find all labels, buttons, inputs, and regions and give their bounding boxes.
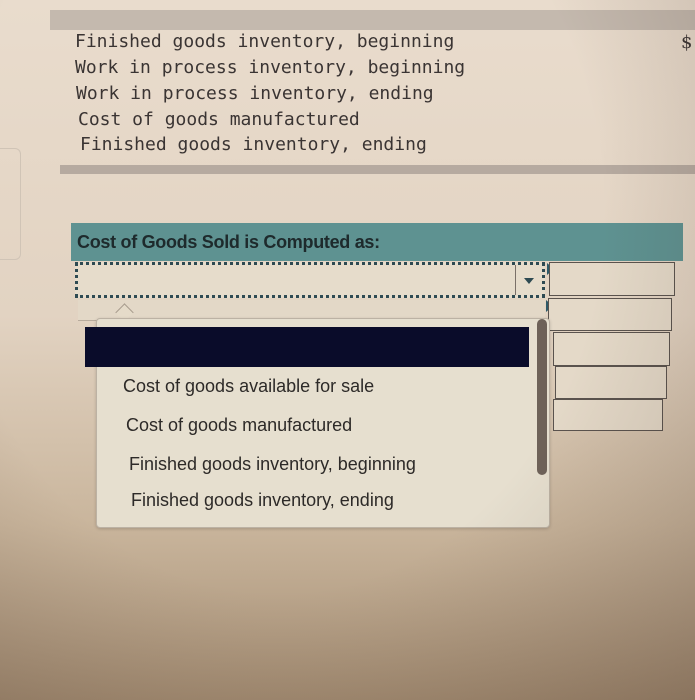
amount-input[interactable] [555, 366, 667, 399]
list-header-band [50, 10, 695, 30]
chevron-down-icon [524, 278, 534, 284]
amount-input[interactable] [553, 332, 670, 366]
list-item: Finished goods inventory, ending [80, 134, 427, 155]
side-tab[interactable]: s [0, 148, 21, 260]
inventory-list: Finished goods inventory, beginning Work… [55, 30, 695, 168]
dropdown-option[interactable]: Finished goods inventory, beginning [129, 454, 416, 475]
dropdown-option[interactable]: Cost of goods manufactured [126, 415, 352, 436]
select-toggle-button[interactable] [515, 265, 542, 295]
cogs-line-select[interactable] [75, 262, 545, 298]
list-footer-band [60, 165, 695, 174]
dropdown-option[interactable]: Finished goods inventory, ending [131, 490, 394, 511]
amount-input[interactable] [549, 262, 675, 296]
dropdown-option-highlighted[interactable] [85, 327, 529, 367]
cogs-section-title: Cost of Goods Sold is Computed as: [71, 223, 683, 261]
list-item: Cost of goods manufactured [78, 109, 360, 130]
list-item: Finished goods inventory, beginning [75, 31, 455, 52]
amount-input[interactable] [553, 399, 663, 431]
dropdown-option[interactable]: Cost of goods available for sale [123, 376, 374, 397]
currency-symbol: $ [681, 32, 693, 53]
dropdown-scrollbar[interactable] [537, 319, 547, 475]
list-item: Work in process inventory, ending [76, 83, 434, 104]
list-item: Work in process inventory, beginning [75, 57, 466, 78]
amount-input[interactable] [548, 298, 672, 331]
select-dropdown-menu: Cost of goods available for sale Cost of… [85, 318, 550, 528]
